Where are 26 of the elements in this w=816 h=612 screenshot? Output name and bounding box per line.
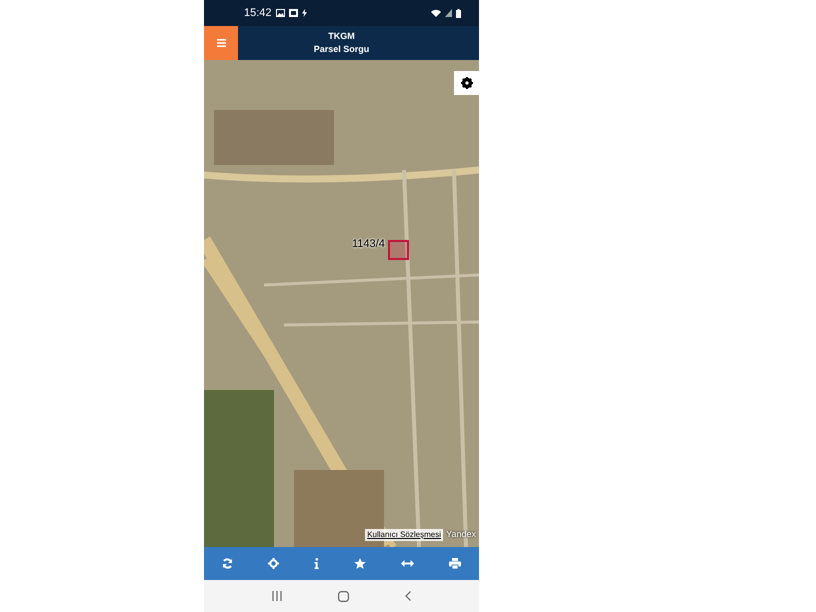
terms-link[interactable]: Kullanıcı Sözleşmesi [365,529,443,541]
recent-apps-icon [272,591,282,601]
app-notification-icon [288,9,298,17]
charging-icon [302,9,307,17]
star-icon [354,558,366,569]
settings-icon [460,77,472,89]
parcel-outline [388,240,409,260]
info-icon [314,558,319,569]
image-icon [276,9,285,17]
menu-button[interactable] [204,26,238,60]
signal-icon [445,9,452,17]
page-title: Parsel Sorgu [312,43,370,56]
home-icon [338,590,349,602]
status-time: 15:42 [244,6,272,21]
app-title: TKGM [327,30,356,43]
printer-icon [449,558,462,569]
settings-button[interactable] [454,71,479,95]
parcel-label: 1143/4 [352,237,385,252]
battery-icon [456,8,461,18]
menu-icon [216,39,226,47]
wifi-icon [431,9,441,17]
provider-logo: Yandex [446,528,476,540]
back-icon [405,591,411,601]
refresh-icon [222,558,233,569]
crosshair-icon [268,558,279,569]
horizontal-arrows-icon [401,560,414,567]
